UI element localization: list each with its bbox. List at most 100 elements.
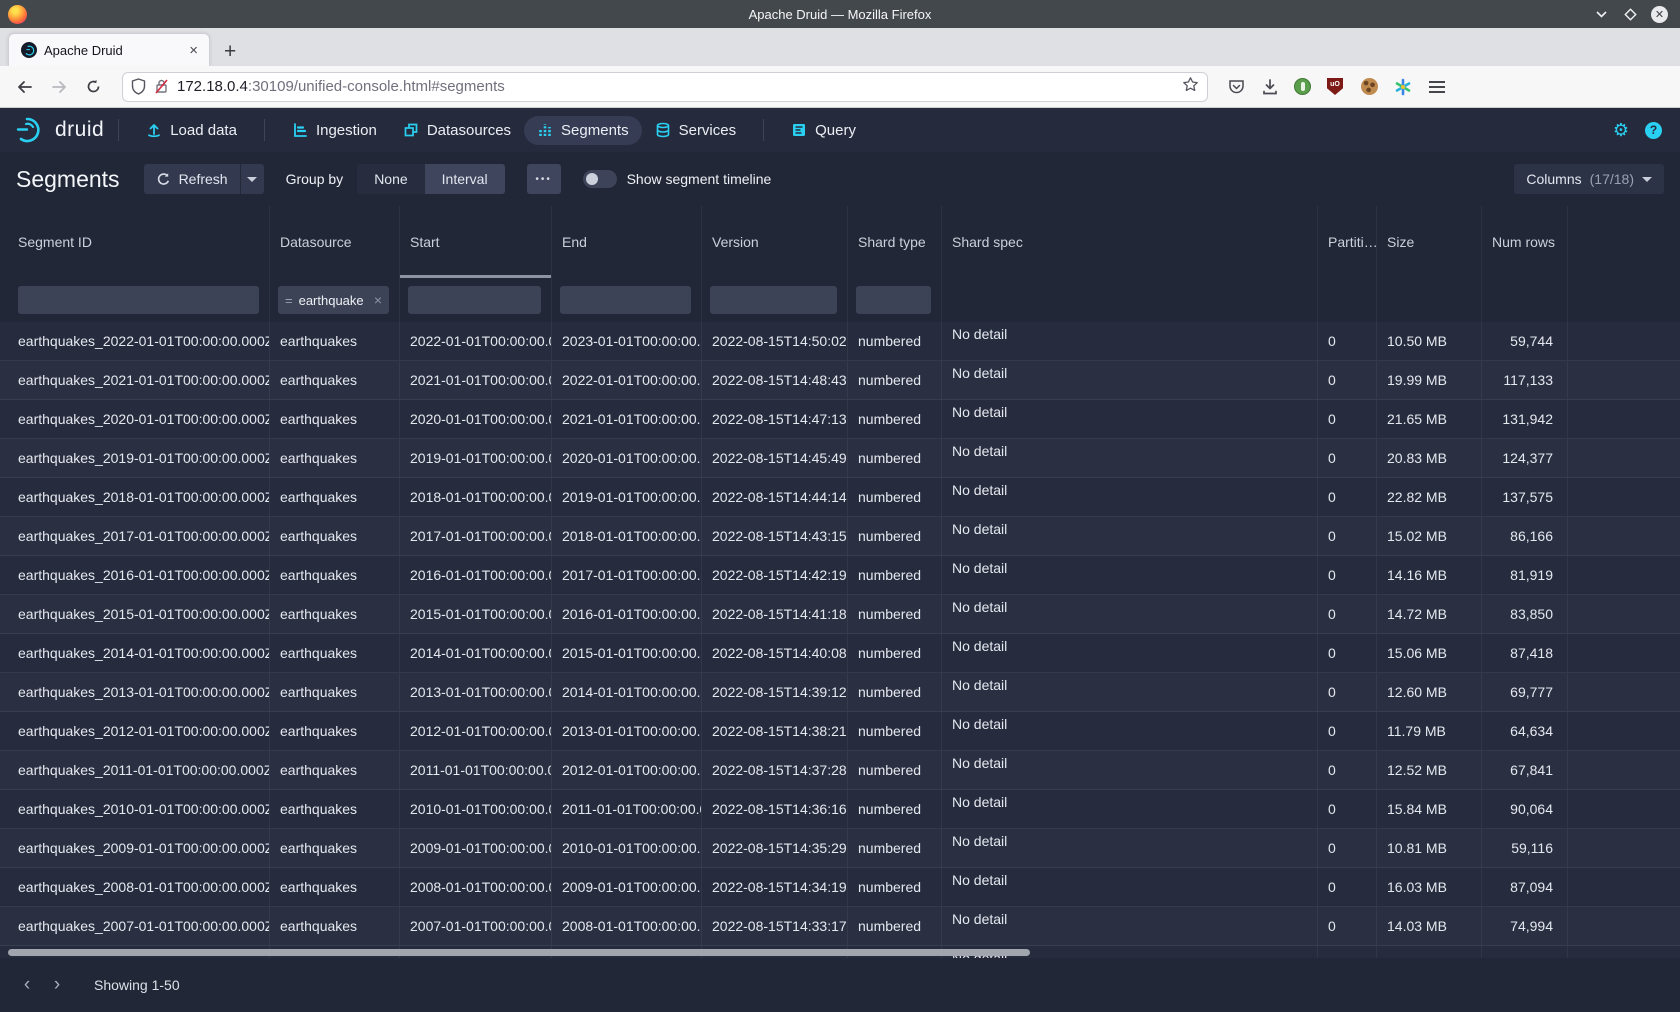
col-header-shard-spec[interactable]: Shard spec [942,206,1318,278]
new-tab-button[interactable]: + [224,41,236,62]
version-filter-input[interactable] [710,286,837,314]
shard-type-filter-input[interactable] [856,286,931,314]
table-row[interactable]: earthquakes_2009-01-01T00:00:00.000Z_2…e… [0,829,1680,868]
col-header-datasource[interactable]: Datasource [270,206,400,278]
cell-shard-type: numbered [848,517,942,555]
table-row[interactable]: earthquakes_2015-01-01T00:00:00.000Z_2…e… [0,595,1680,634]
remove-filter-icon[interactable]: × [374,292,382,308]
asterisk-extension-icon[interactable] [1393,77,1413,97]
cell-version: 2022-08-15T14:40:08.4… [702,634,848,672]
col-header-num-rows[interactable]: Num rows [1482,206,1568,278]
more-options-button[interactable]: ••• [527,164,561,194]
nav-segments[interactable]: Segments [524,116,642,145]
table-row[interactable]: earthquakes_2013-01-01T00:00:00.000Z_2…e… [0,673,1680,712]
cell-datasource: earthquakes [270,517,400,555]
cell-num-rows: 90,064 [1482,790,1568,828]
shield-icon[interactable] [131,78,146,95]
table-row[interactable]: earthquakes_2018-01-01T00:00:00.000Z_2…e… [0,478,1680,517]
cell-size: 12.52 MB [1377,751,1482,789]
group-by-label: Group by [286,171,344,187]
col-header-start[interactable]: Start [400,206,552,278]
col-header-size[interactable]: Size [1377,206,1482,278]
table-row[interactable]: earthquakes_2010-01-01T00:00:00.000Z_2…e… [0,790,1680,829]
group-by-interval-button[interactable]: Interval [425,164,505,194]
table-row[interactable]: earthquakes_2012-01-01T00:00:00.000Z_2…e… [0,712,1680,751]
table-row[interactable]: earthquakes_2016-01-01T00:00:00.000Z_2…e… [0,556,1680,595]
cell-overflow [1568,868,1680,906]
bookmark-star-icon[interactable] [1182,76,1199,98]
cell-start: 2010-01-01T00:00:00.0… [400,790,552,828]
pocket-icon[interactable] [1226,77,1246,97]
cookie-extension-icon[interactable] [1359,77,1379,97]
table-row[interactable]: earthquakes_2011-01-01T00:00:00.000Z_2…e… [0,751,1680,790]
close-icon[interactable]: ✕ [1651,6,1668,23]
nav-query[interactable]: Query [778,116,869,145]
insecure-lock-icon[interactable] [154,78,169,95]
tab-apache-druid[interactable]: Apache Druid × [8,33,210,66]
cell-overflow [1568,556,1680,594]
cell-id: earthquakes_2007-01-01T00:00:00.000Z_2… [0,907,270,945]
cell-num-rows: 81,919 [1482,556,1568,594]
col-header-partition[interactable]: Partiti… [1318,206,1377,278]
ublock-icon[interactable]: uO [1325,77,1345,97]
table-row[interactable]: earthquakes_2008-01-01T00:00:00.000Z_2…e… [0,868,1680,907]
horizontal-scrollbar[interactable] [0,949,1680,957]
col-header-end[interactable]: End [552,206,702,278]
settings-gear-icon[interactable]: ⚙ [1613,121,1629,139]
segment-id-filter-input[interactable] [18,286,259,314]
nav-services[interactable]: Services [642,116,750,145]
url-bar[interactable]: 172.18.0.4:30109/unified-console.html#se… [122,72,1208,102]
services-icon [655,122,671,138]
cell-partition: 0 [1318,634,1377,672]
end-filter-input[interactable] [560,286,691,314]
table-row[interactable]: earthquakes_2017-01-01T00:00:00.000Z_2…e… [0,517,1680,556]
cell-datasource: earthquakes [270,556,400,594]
col-header-version[interactable]: Version [702,206,848,278]
table-row[interactable]: earthquakes_2022-01-01T00:00:00.000Z_2…e… [0,322,1680,361]
cell-shard-spec: No detail [942,478,1318,516]
druid-logo[interactable]: druid [14,116,104,144]
ingestion-icon [292,122,308,138]
reload-icon[interactable] [78,72,108,102]
col-header-segment-id[interactable]: Segment ID [0,206,270,278]
forward-icon[interactable] [44,72,74,102]
cell-overflow [1568,673,1680,711]
cell-shard-type: numbered [848,868,942,906]
cell-datasource: earthquakes [270,478,400,516]
downloads-icon[interactable] [1260,77,1280,97]
chevron-down-icon [247,177,257,182]
table-row[interactable]: earthquakes_2007-01-01T00:00:00.000Z_2…e… [0,907,1680,946]
refresh-button[interactable]: Refresh [144,164,240,194]
nav-datasources[interactable]: Datasources [390,116,524,145]
col-header-shard-type[interactable]: Shard type [848,206,942,278]
group-by-none-button[interactable]: None [357,164,424,194]
nav-ingestion[interactable]: Ingestion [279,116,390,145]
help-icon[interactable]: ? [1645,122,1662,139]
start-filter-input[interactable] [408,286,541,314]
cell-shard-spec: No detail [942,439,1318,477]
refresh-dropdown-button[interactable] [240,164,264,194]
table-row[interactable]: earthquakes_2020-01-01T00:00:00.000Z_2…e… [0,400,1680,439]
group-by-control: None Interval [357,164,504,194]
extension-green-icon[interactable] [1294,78,1311,95]
minimize-icon[interactable] [1593,6,1609,22]
maximize-icon[interactable] [1622,6,1638,22]
scrollbar-thumb[interactable] [8,949,1030,956]
back-icon[interactable] [10,72,40,102]
cell-start: 2014-01-01T00:00:00.0… [400,634,552,672]
datasource-filter-input[interactable]: = earthquake × [278,286,389,314]
tab-close-icon[interactable]: × [186,42,201,59]
segment-timeline-toggle[interactable] [583,170,617,188]
chevron-down-icon [1642,177,1652,182]
table-row[interactable]: earthquakes_2014-01-01T00:00:00.000Z_2…e… [0,634,1680,673]
menu-icon[interactable] [1427,77,1447,97]
cell-partition: 0 [1318,595,1377,633]
cell-overflow [1568,907,1680,945]
table-row[interactable]: earthquakes_2019-01-01T00:00:00.000Z_2…e… [0,439,1680,478]
columns-button[interactable]: Columns (17/18) [1514,164,1664,194]
table-row[interactable]: earthquakes_2021-01-01T00:00:00.000Z_2…e… [0,361,1680,400]
prev-page-icon[interactable]: ‹ [12,970,42,1000]
next-page-icon[interactable]: › [42,970,72,1000]
nav-load-data[interactable]: Load data [133,116,250,145]
cell-version: 2022-08-15T14:41:18.7… [702,595,848,633]
